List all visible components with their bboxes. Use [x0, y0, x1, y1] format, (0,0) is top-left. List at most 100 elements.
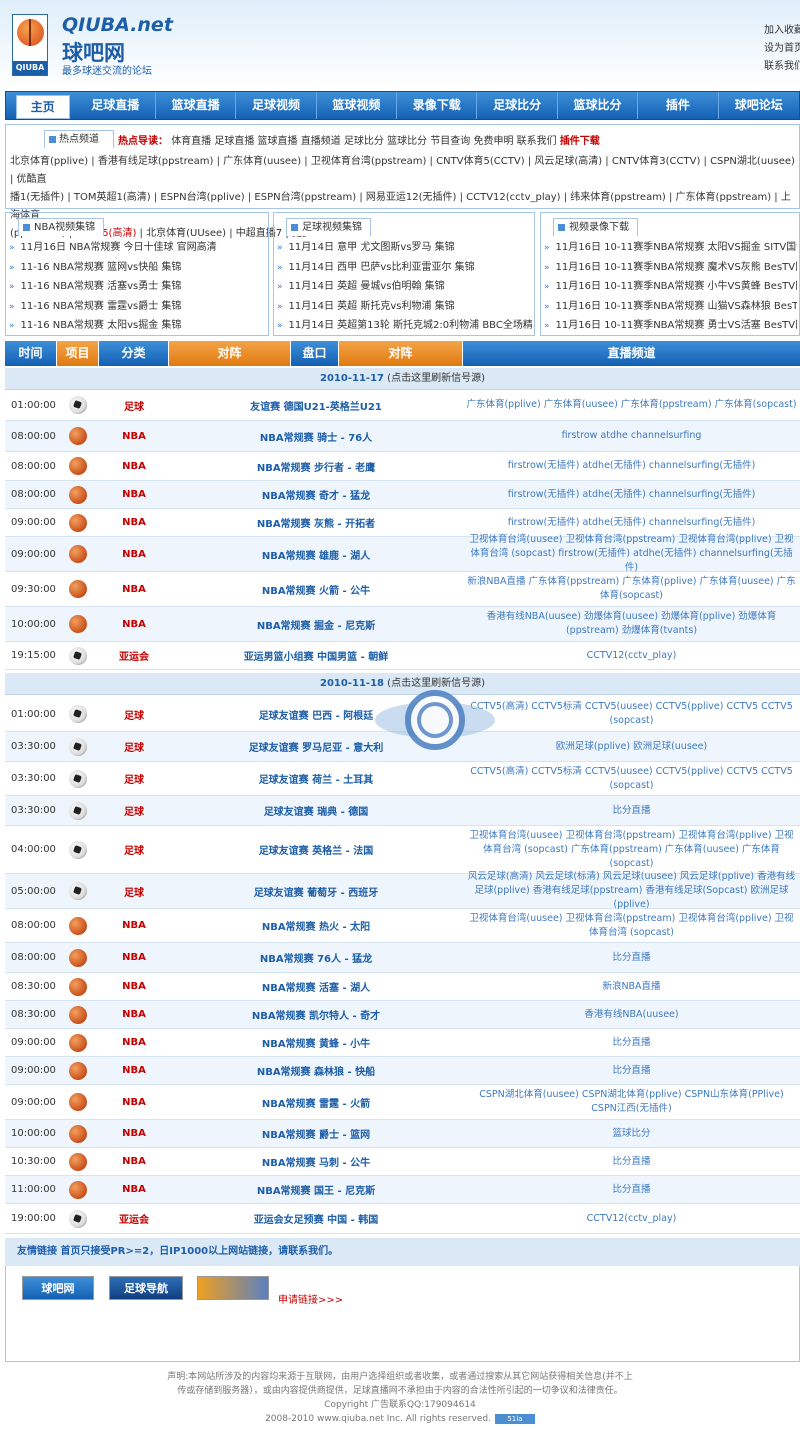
list-item[interactable]: » 11月16日 10-11赛季NBA常规赛 太阳VS掘金 SITV国语	[544, 238, 797, 258]
match-channels[interactable]: 风云足球(高清) 风云足球(标清) 风云足球(uusee) 风云足球(ppliv…	[463, 870, 800, 912]
match-title[interactable]: 足球友谊赛 英格兰 - 法国	[169, 842, 463, 857]
match-category[interactable]: NBA	[99, 461, 169, 472]
stats-badge[interactable]: 51la	[494, 1413, 535, 1424]
match-channels[interactable]: CCTV12(cctv_play)	[463, 649, 800, 663]
match-category[interactable]: NBA	[99, 1184, 169, 1195]
list-item[interactable]: » 11月14日 意甲 尤文图斯vs罗马 集锦	[277, 238, 532, 258]
match-category[interactable]: NBA	[99, 920, 169, 931]
set-homepage-link[interactable]: 设为首页	[764, 40, 800, 58]
match-channels[interactable]: firstrow(无插件) atdhe(无插件) channelsurfing(…	[463, 488, 800, 502]
partner-link-logo[interactable]	[197, 1276, 269, 1300]
match-title[interactable]: NBA常规赛 森林狼 - 快船	[169, 1063, 463, 1078]
match-category[interactable]: NBA	[99, 489, 169, 500]
match-title[interactable]: NBA常规赛 雄鹿 - 湖人	[169, 547, 463, 562]
match-category[interactable]: NBA	[99, 1128, 169, 1139]
match-title[interactable]: NBA常规赛 马刺 - 公牛	[169, 1154, 463, 1169]
match-channels[interactable]: 香港有线NBA(uusee)	[463, 1008, 800, 1022]
match-title[interactable]: NBA常规赛 雷霆 - 火箭	[169, 1095, 463, 1110]
match-category[interactable]: NBA	[99, 584, 169, 595]
match-title[interactable]: NBA常规赛 步行者 - 老鹰	[169, 459, 463, 474]
list-item[interactable]: » 11月16日 10-11赛季NBA常规赛 勇士VS活塞 BesTV国	[544, 316, 797, 336]
match-channels[interactable]: 新浪NBA直播 广东体育(ppstream) 广东体育(pplive) 广东体育…	[463, 575, 800, 603]
match-channels[interactable]: 比分直播	[463, 951, 800, 965]
match-category[interactable]: 足球	[99, 884, 169, 899]
match-category[interactable]: 足球	[99, 739, 169, 754]
match-title[interactable]: 足球友谊赛 葡萄牙 - 西班牙	[169, 884, 463, 899]
list-item[interactable]: » 11-16 NBA常规赛 雷霆vs爵士 集锦	[9, 297, 266, 317]
date-row[interactable]: 2010-11-17 (点击这里刷新信号源)	[5, 368, 800, 390]
match-category[interactable]: NBA	[99, 1009, 169, 1020]
add-favorite-link[interactable]: 加入收藏	[764, 22, 800, 40]
apply-link[interactable]: 申请链接>>>	[278, 1291, 343, 1306]
match-channels[interactable]: 比分直播	[463, 1064, 800, 1078]
hot-guide-links[interactable]: 体育直播 足球直播 篮球直播 直播频道 足球比分 篮球比分 节目查询 免费申明 …	[171, 136, 556, 147]
match-category[interactable]: 足球	[99, 803, 169, 818]
match-title[interactable]: NBA常规赛 国王 - 尼克斯	[169, 1182, 463, 1197]
match-channels[interactable]: 比分直播	[463, 1155, 800, 1169]
match-channels[interactable]: firstrow(无插件) atdhe(无插件) channelsurfing(…	[463, 459, 800, 473]
nav-football-score[interactable]: 足球比分	[477, 92, 558, 119]
list-item[interactable]: » 11月16日 10-11赛季NBA常规赛 魔术VS灰熊 BesTV国	[544, 258, 797, 278]
match-channels[interactable]: 香港有线NBA(uusee) 劲爆体育(uusee) 劲爆体育(pplive) …	[463, 610, 800, 638]
plugin-download-link[interactable]: 插件下载	[560, 136, 600, 147]
match-title[interactable]: NBA常规赛 骑士 - 76人	[169, 429, 463, 444]
match-channels[interactable]: 比分直播	[463, 1036, 800, 1050]
match-title[interactable]: 亚运会女足预赛 中国 - 韩国	[169, 1211, 463, 1226]
match-title[interactable]: 足球友谊赛 荷兰 - 土耳其	[169, 771, 463, 786]
match-category[interactable]: NBA	[99, 952, 169, 963]
match-category[interactable]: NBA	[99, 981, 169, 992]
nav-basketball-score[interactable]: 篮球比分	[558, 92, 639, 119]
match-title[interactable]: NBA常规赛 活塞 - 湖人	[169, 979, 463, 994]
match-channels[interactable]: 欧洲足球(pplive) 欧洲足球(uusee)	[463, 740, 800, 754]
match-title[interactable]: NBA常规赛 奇才 - 猛龙	[169, 487, 463, 502]
nav-basketball-video[interactable]: 篮球视频	[317, 92, 398, 119]
match-category[interactable]: 足球	[99, 707, 169, 722]
match-category[interactable]: NBA	[99, 549, 169, 560]
list-item[interactable]: » 11月14日 英超第13轮 斯托克城2:0利物浦 BBC全场精华	[277, 316, 532, 336]
match-channels[interactable]: CCTV5(高清) CCTV5标清 CCTV5(uusee) CCTV5(ppl…	[463, 700, 800, 728]
list-item[interactable]: » 11-16 NBA常规赛 活塞vs勇士 集锦	[9, 277, 266, 297]
match-category[interactable]: NBA	[99, 1037, 169, 1048]
match-title[interactable]: NBA常规赛 凯尔特人 - 奇才	[169, 1007, 463, 1022]
list-item[interactable]: » 11月16日 NBA常规赛 今日十佳球 官网高清	[9, 238, 266, 258]
match-category[interactable]: NBA	[99, 517, 169, 528]
list-item[interactable]: » 11-16 NBA常规赛 篮网vs快船 集锦	[9, 258, 266, 278]
list-item[interactable]: » 11月16日 10-11赛季NBA常规赛 山猫VS森林狼 BesTV	[544, 297, 797, 317]
match-channels[interactable]: 卫视体育台湾(uusee) 卫视体育台湾(ppstream) 卫视体育台湾(pp…	[463, 912, 800, 940]
match-channels[interactable]: firstrow(无插件) atdhe(无插件) channelsurfing(…	[463, 516, 800, 530]
match-title[interactable]: NBA常规赛 爵士 - 篮网	[169, 1126, 463, 1141]
match-title[interactable]: NBA常规赛 热火 - 太阳	[169, 918, 463, 933]
match-title[interactable]: NBA常规赛 掘金 - 尼克斯	[169, 617, 463, 632]
match-title[interactable]: NBA常规赛 76人 - 猛龙	[169, 950, 463, 965]
match-title[interactable]: 亚运男篮小组赛 中国男篮 - 朝鲜	[169, 648, 463, 663]
nav-replay-download[interactable]: 录像下载	[397, 92, 478, 119]
match-channels[interactable]: CCTV5(高清) CCTV5标清 CCTV5(uusee) CCTV5(ppl…	[463, 765, 800, 793]
match-channels[interactable]: 比分直播	[463, 804, 800, 818]
site-logo[interactable]: QIUBA	[12, 14, 48, 76]
football-nav-link-logo[interactable]: 足球导航	[109, 1276, 183, 1300]
contact-link[interactable]: 联系我们	[764, 58, 800, 76]
match-channels[interactable]: 卫视体育台湾(uusee) 卫视体育台湾(ppstream) 卫视体育台湾(pp…	[463, 829, 800, 871]
nav-football-video[interactable]: 足球视频	[236, 92, 317, 119]
nav-basketball-live[interactable]: 篮球直播	[156, 92, 237, 119]
list-item[interactable]: » 11-16 NBA常规赛 太阳vs掘金 集锦	[9, 316, 266, 336]
match-category[interactable]: NBA	[99, 1065, 169, 1076]
nav-forum[interactable]: 球吧论坛	[719, 92, 799, 119]
match-title[interactable]: NBA常规赛 火箭 - 公牛	[169, 582, 463, 597]
match-channels[interactable]: 篮球比分	[463, 1127, 800, 1141]
match-channels[interactable]: CSPN湖北体育(uusee) CSPN湖北体育(pplive) CSPN山东体…	[463, 1088, 800, 1116]
match-title[interactable]: NBA常规赛 灰熊 - 开拓者	[169, 515, 463, 530]
hot-channels-tab[interactable]: 热点频道	[44, 130, 114, 148]
match-category[interactable]: NBA	[99, 1097, 169, 1108]
match-category[interactable]: NBA	[99, 1156, 169, 1167]
list-item[interactable]: » 11月14日 英超 曼城vs伯明翰 集锦	[277, 277, 532, 297]
match-category[interactable]: 足球	[99, 771, 169, 786]
match-channels[interactable]: firstrow atdhe channelsurfing	[463, 429, 800, 443]
match-channels[interactable]: 比分直播	[463, 1183, 800, 1197]
list-item[interactable]: » 11月14日 英超 斯托克vs利物浦 集锦	[277, 297, 532, 317]
list-item[interactable]: » 11月14日 西甲 巴萨vs比利亚雷亚尔 集锦	[277, 258, 532, 278]
match-channels[interactable]: 卫视体育台湾(uusee) 卫视体育台湾(ppstream) 卫视体育台湾(pp…	[463, 533, 800, 575]
match-category[interactable]: 足球	[99, 842, 169, 857]
match-channels[interactable]: 广东体育(pplive) 广东体育(uusee) 广东体育(ppstream) …	[463, 398, 800, 412]
match-title[interactable]: NBA常规赛 黄蜂 - 小牛	[169, 1035, 463, 1050]
